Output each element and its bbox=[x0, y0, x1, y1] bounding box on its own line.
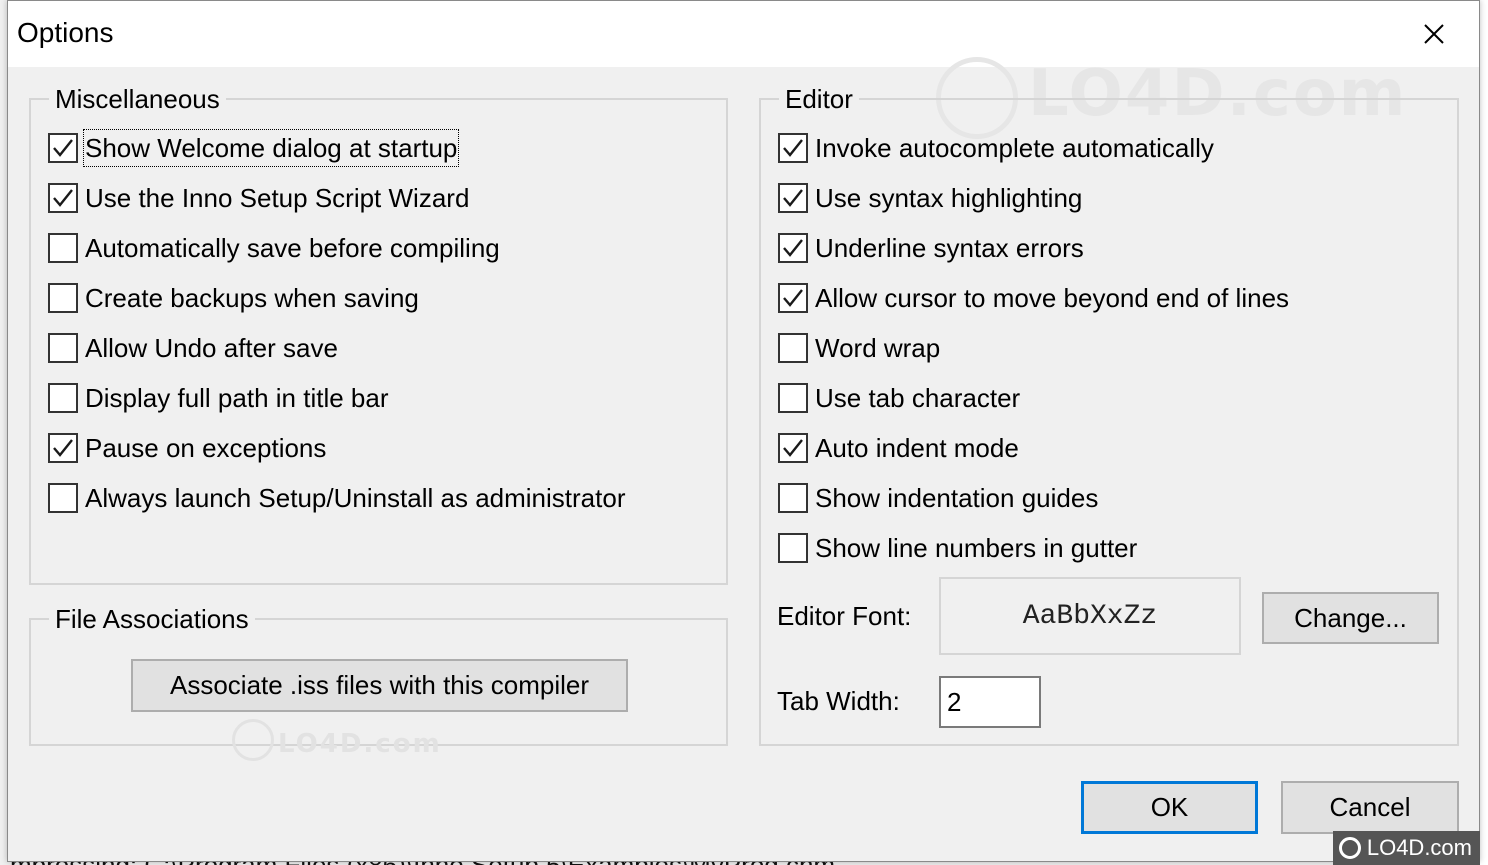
misc-checkbox-8[interactable]: Always launch Setup/Uninstall as adminis… bbox=[48, 480, 625, 516]
checkbox-unchecked[interactable] bbox=[778, 533, 808, 563]
checkbox-checked[interactable] bbox=[778, 283, 808, 313]
checkbox-unchecked[interactable] bbox=[48, 233, 78, 263]
checkbox-unchecked[interactable] bbox=[48, 383, 78, 413]
close-icon bbox=[1424, 24, 1444, 44]
editor-checkbox-5[interactable]: Word wrap bbox=[778, 330, 940, 366]
checkbox-checked[interactable] bbox=[48, 133, 78, 163]
checkbox-unchecked[interactable] bbox=[48, 283, 78, 313]
checkmark-icon bbox=[783, 189, 803, 207]
editor-checkbox-6[interactable]: Use tab character bbox=[778, 380, 1020, 416]
editor-legend: Editor bbox=[779, 82, 859, 116]
window-title: Options bbox=[17, 17, 114, 48]
options-dialog: Options LO4D.com Miscellaneous File Asso… bbox=[7, 0, 1480, 862]
editor-checkbox-label: Use syntax highlighting bbox=[815, 183, 1083, 213]
checkmark-icon bbox=[783, 289, 803, 307]
checkmark-icon bbox=[783, 139, 803, 157]
change-font-button[interactable]: Change... bbox=[1262, 592, 1439, 644]
editor-checkbox-label: Use tab character bbox=[815, 383, 1021, 413]
checkbox-unchecked[interactable] bbox=[778, 483, 808, 513]
misc-checkbox-label: Automatically save before compiling bbox=[85, 233, 500, 263]
checkbox-unchecked[interactable] bbox=[48, 333, 78, 363]
checkbox-checked[interactable] bbox=[778, 433, 808, 463]
checkbox-unchecked[interactable] bbox=[48, 483, 78, 513]
checkmark-icon bbox=[783, 239, 803, 257]
misc-checkbox-label: Always launch Setup/Uninstall as adminis… bbox=[85, 483, 626, 513]
checkbox-checked[interactable] bbox=[778, 183, 808, 213]
editor-checkbox-4[interactable]: Allow cursor to move beyond end of lines bbox=[778, 280, 1289, 316]
miscellaneous-legend: Miscellaneous bbox=[49, 82, 226, 116]
misc-checkbox-4[interactable]: Create backups when saving bbox=[48, 280, 419, 316]
editor-checkbox-label: Word wrap bbox=[815, 333, 941, 363]
misc-checkbox-1[interactable]: Show Welcome dialog at startup bbox=[48, 129, 460, 167]
editor-checkbox-7[interactable]: Auto indent mode bbox=[778, 430, 1019, 466]
footer-watermark: LO4D.com bbox=[1332, 831, 1480, 865]
ok-button[interactable]: OK bbox=[1081, 781, 1258, 834]
checkmark-icon bbox=[53, 139, 73, 157]
misc-checkbox-label: Pause on exceptions bbox=[85, 433, 327, 463]
misc-checkbox-6[interactable]: Display full path in title bar bbox=[48, 380, 388, 416]
checkbox-unchecked[interactable] bbox=[778, 383, 808, 413]
watermark-small-text: LO4D.com bbox=[278, 729, 442, 759]
misc-checkbox-label: Show Welcome dialog at startup bbox=[82, 129, 460, 167]
checkmark-icon bbox=[783, 439, 803, 457]
misc-checkbox-7[interactable]: Pause on exceptions bbox=[48, 430, 326, 466]
checkbox-checked[interactable] bbox=[778, 133, 808, 163]
editor-font-preview: AaBbXxZz bbox=[939, 577, 1241, 655]
misc-checkbox-label: Use the Inno Setup Script Wizard bbox=[85, 183, 470, 213]
editor-checkbox-label: Show line numbers in gutter bbox=[815, 533, 1138, 563]
editor-checkbox-2[interactable]: Use syntax highlighting bbox=[778, 180, 1082, 216]
footer-watermark-text: LO4D.com bbox=[1366, 835, 1472, 860]
footer-logo-icon bbox=[1338, 837, 1361, 859]
file-associations-legend: File Associations bbox=[49, 602, 255, 636]
misc-checkbox-label: Create backups when saving bbox=[85, 283, 419, 313]
editor-checkbox-1[interactable]: Invoke autocomplete automatically bbox=[778, 130, 1214, 166]
editor-checkbox-9[interactable]: Show line numbers in gutter bbox=[778, 530, 1137, 566]
misc-checkbox-label: Display full path in title bar bbox=[85, 383, 389, 413]
editor-checkbox-3[interactable]: Underline syntax errors bbox=[778, 230, 1084, 266]
editor-checkbox-label: Allow cursor to move beyond end of lines bbox=[815, 283, 1290, 313]
watermark-small-logo bbox=[232, 719, 274, 761]
editor-checkbox-8[interactable]: Show indentation guides bbox=[778, 480, 1098, 516]
editor-font-label: Editor Font: bbox=[777, 601, 912, 631]
editor-checkbox-label: Show indentation guides bbox=[815, 483, 1099, 513]
checkmark-icon bbox=[53, 439, 73, 457]
cancel-button[interactable]: Cancel bbox=[1281, 781, 1459, 834]
background-window-edge bbox=[1479, 0, 1488, 865]
editor-checkbox-label: Underline syntax errors bbox=[815, 233, 1084, 263]
tab-width-label: Tab Width: bbox=[777, 686, 900, 716]
tab-width-input[interactable] bbox=[939, 676, 1041, 728]
checkbox-checked[interactable] bbox=[778, 233, 808, 263]
checkmark-icon bbox=[53, 189, 73, 207]
misc-checkbox-label: Allow Undo after save bbox=[85, 333, 338, 363]
checkbox-unchecked[interactable] bbox=[778, 333, 808, 363]
associate-iss-files-button[interactable]: Associate .iss files with this compiler bbox=[131, 659, 628, 712]
editor-checkbox-label: Auto indent mode bbox=[815, 433, 1019, 463]
misc-checkbox-3[interactable]: Automatically save before compiling bbox=[48, 230, 500, 266]
checkbox-checked[interactable] bbox=[48, 183, 78, 213]
editor-checkbox-label: Invoke autocomplete automatically bbox=[815, 133, 1214, 163]
checkbox-checked[interactable] bbox=[48, 433, 78, 463]
misc-checkbox-5[interactable]: Allow Undo after save bbox=[48, 330, 338, 366]
misc-checkbox-2[interactable]: Use the Inno Setup Script Wizard bbox=[48, 180, 469, 216]
